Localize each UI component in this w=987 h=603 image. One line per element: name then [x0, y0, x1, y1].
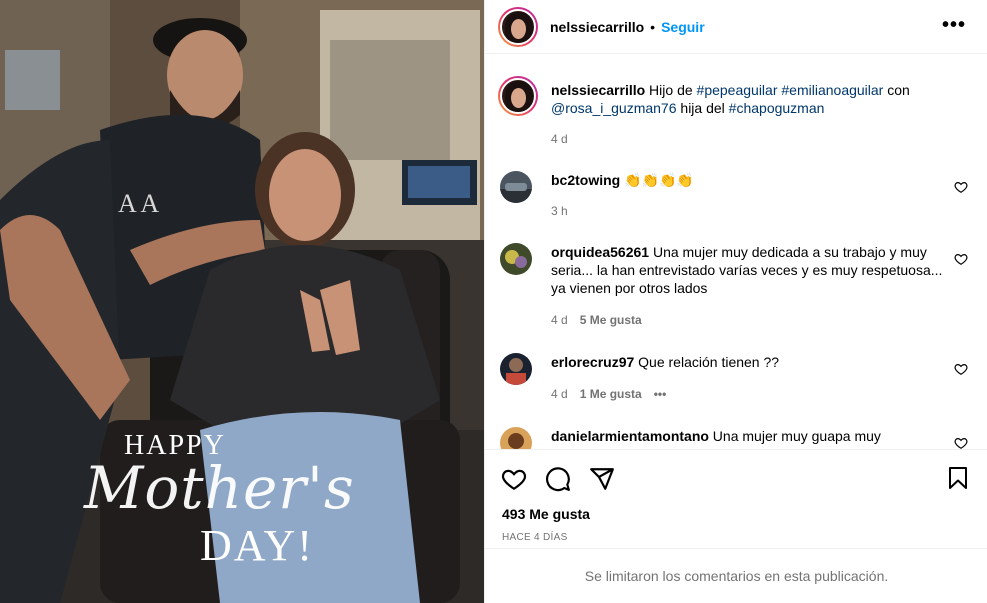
follow-button[interactable]: Seguir: [661, 19, 705, 35]
comment-like-heart-icon[interactable]: [954, 180, 968, 194]
caption-avatar[interactable]: [498, 76, 538, 116]
action-icons: [501, 466, 615, 492]
comment-likes[interactable]: 1 Me gusta: [580, 387, 642, 401]
hashtag-link[interactable]: #pepeaguilar: [697, 82, 778, 98]
comment-more-icon[interactable]: •••: [654, 387, 667, 401]
comment-icon[interactable]: [545, 466, 571, 492]
comment-like-heart-icon[interactable]: [954, 362, 968, 376]
commenter-avatar[interactable]: [500, 427, 532, 449]
comment-meta: 4 d 1 Me gusta •••: [551, 387, 666, 401]
comments-list[interactable]: nelssiecarrillo Hijo de #pepeaguilar #em…: [485, 55, 987, 449]
share-icon[interactable]: [589, 466, 615, 492]
hashtag-link[interactable]: #chapoguzman: [729, 100, 825, 116]
comment-time[interactable]: 4 d: [551, 313, 568, 327]
bookmark-icon[interactable]: [946, 466, 970, 490]
comment-body: Que relación tienen ??: [634, 354, 780, 370]
mention-link[interactable]: @rosa_i_guzman76: [551, 100, 677, 116]
comment-text: danielarmientamontano Una mujer muy guap…: [551, 427, 951, 445]
commenter-avatar[interactable]: [500, 353, 532, 385]
comment-likes[interactable]: 5 Me gusta: [580, 313, 642, 327]
commenter-username[interactable]: danielarmientamontano: [551, 428, 709, 444]
comments-limited-notice: Se limitaron los comentarios en esta pub…: [485, 548, 987, 603]
comment-meta: 3 h: [551, 204, 568, 218]
comment-like-heart-icon[interactable]: [954, 252, 968, 266]
commenter-avatar[interactable]: [500, 171, 532, 203]
comment-time[interactable]: 4 d: [551, 387, 568, 401]
more-options-icon[interactable]: •••: [942, 14, 966, 37]
author-username[interactable]: nelssiecarrillo: [550, 19, 644, 35]
post-header: nelssiecarrillo • Seguir •••: [485, 0, 987, 54]
header-separator: •: [650, 18, 656, 35]
mothers-day-overlay: HAPPY Mother's DAY!: [80, 424, 380, 584]
comment-text: orquidea56261 Una mujer muy dedicada a s…: [551, 243, 951, 297]
commenter-username[interactable]: bc2towing: [551, 172, 620, 188]
caption-time[interactable]: 4 d: [551, 132, 568, 146]
caption-part: hija del: [676, 100, 729, 116]
commenter-avatar[interactable]: [500, 243, 532, 275]
overlay-day: DAY!: [200, 521, 314, 570]
heart-icon[interactable]: [501, 466, 527, 492]
post-photo[interactable]: A A HAPPY Mother's DAY!: [0, 0, 484, 603]
commenter-username[interactable]: erlorecruz97: [551, 354, 634, 370]
comment-time[interactable]: 3 h: [551, 204, 568, 218]
caption-part: Hijo de: [645, 82, 697, 98]
svg-text:A A: A A: [118, 189, 159, 218]
caption-meta: 4 d: [551, 132, 568, 146]
overlay-mothers: Mother's: [84, 454, 355, 522]
comment-text: bc2towing 👏👏👏👏: [551, 171, 951, 189]
author-avatar[interactable]: [498, 6, 538, 47]
hashtag-link[interactable]: #emilianoaguilar: [781, 82, 883, 98]
post-date[interactable]: HACE 4 DÍAS: [502, 532, 568, 543]
comment-meta: 4 d 5 Me gusta: [551, 313, 642, 327]
post-actions: 493 Me gusta HACE 4 DÍAS: [485, 449, 987, 543]
commenter-username[interactable]: orquidea56261: [551, 244, 649, 260]
post-side-panel: nelssiecarrillo • Seguir ••• nelssiecarr…: [484, 0, 987, 603]
comment-text: erlorecruz97 Que relación tienen ??: [551, 353, 951, 371]
comment-body: Una mujer muy guapa muy: [708, 428, 881, 444]
comment-like-heart-icon[interactable]: [954, 436, 968, 449]
likes-count[interactable]: 493 Me gusta: [502, 506, 590, 522]
caption-part: con: [883, 82, 910, 98]
caption-username[interactable]: nelssiecarrillo: [551, 82, 645, 98]
caption-text: nelssiecarrillo Hijo de #pepeaguilar #em…: [551, 81, 951, 117]
comment-body: 👏👏👏👏: [620, 172, 694, 188]
